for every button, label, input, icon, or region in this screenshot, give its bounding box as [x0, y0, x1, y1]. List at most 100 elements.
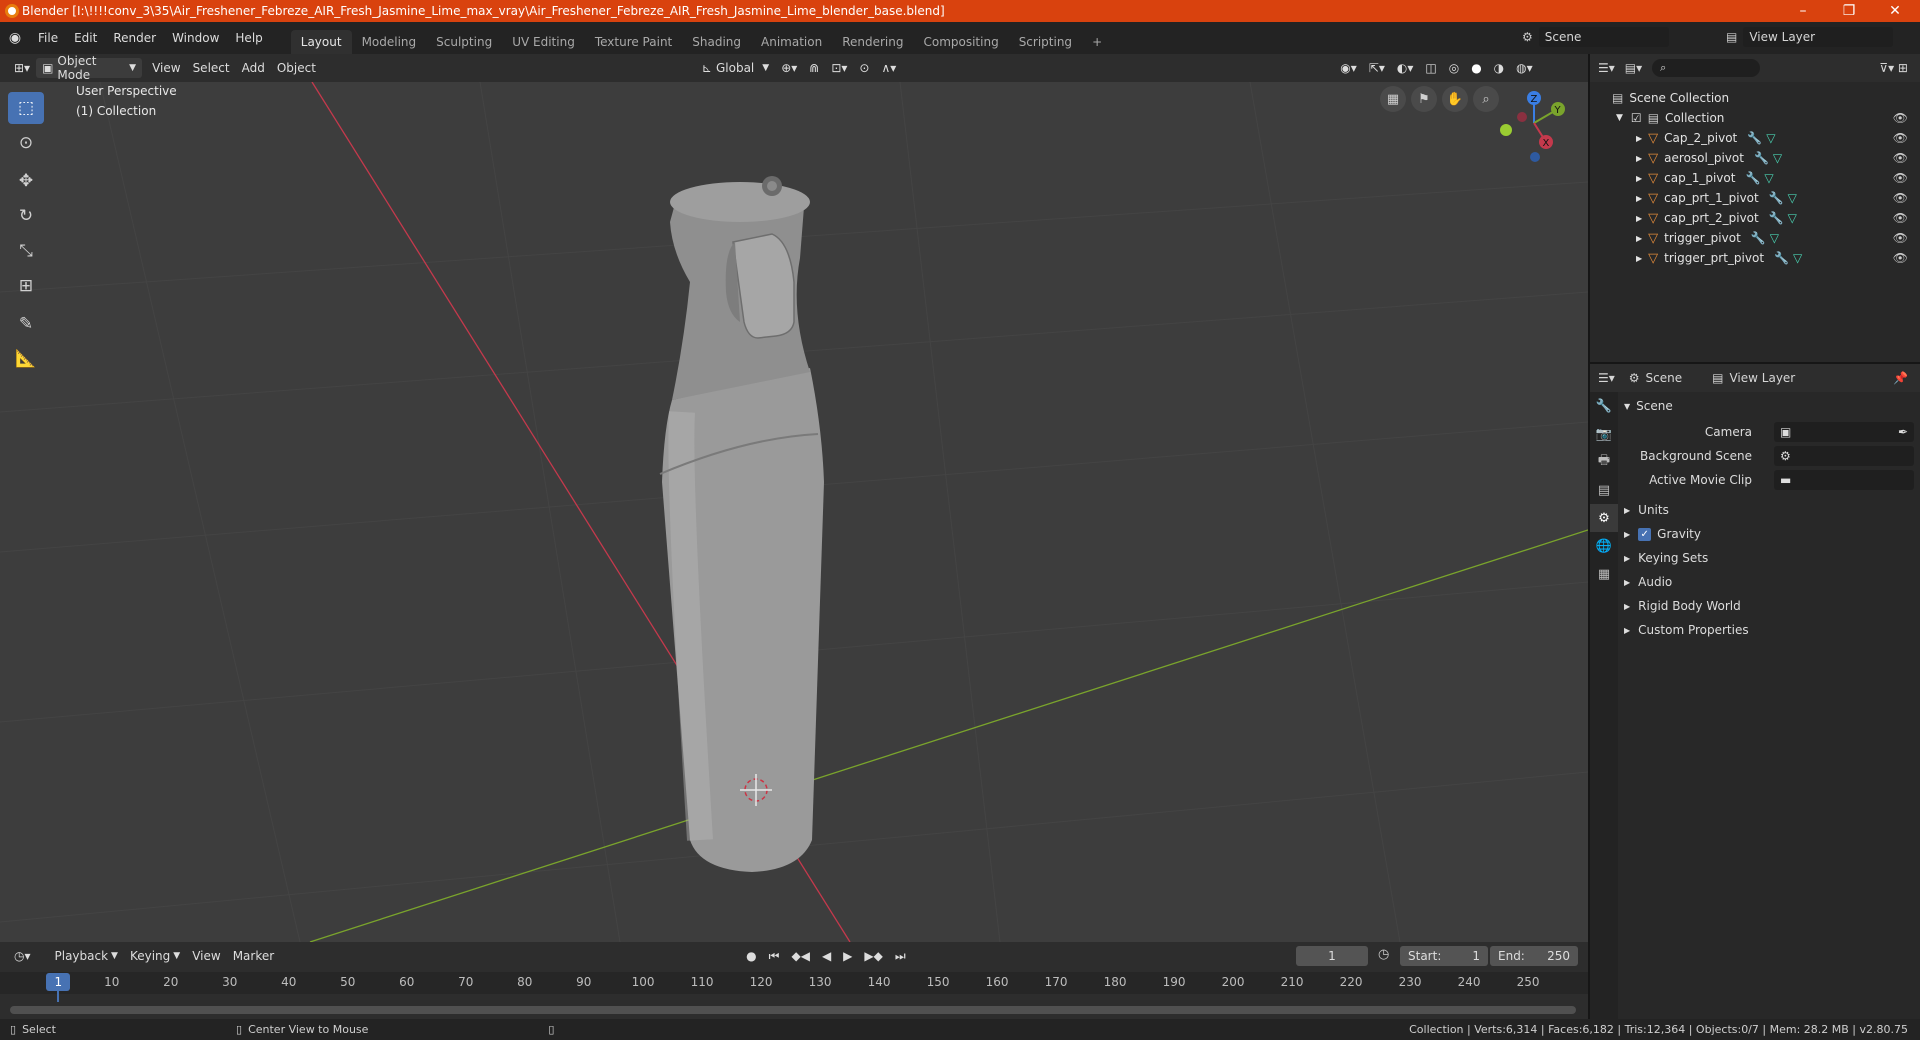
expand-arrow-icon[interactable]: ▼: [1624, 402, 1630, 411]
select-box-tool-icon[interactable]: ⬚: [8, 92, 44, 124]
tab-uv-editing[interactable]: UV Editing: [502, 30, 585, 54]
jump-end-button[interactable]: ⏭: [889, 946, 912, 966]
outliner-object-row[interactable]: ▶ ▽ Cap_2_pivot 🔧 ▽ 👁: [1590, 128, 1920, 148]
units-panel[interactable]: ▶ Units: [1624, 498, 1918, 522]
mesh-data-icon[interactable]: ▽: [1788, 191, 1797, 205]
expand-arrow-icon[interactable]: ▶: [1636, 234, 1642, 243]
add-workspace-button[interactable]: +: [1082, 30, 1112, 54]
pin-icon[interactable]: 📌: [1893, 371, 1908, 385]
tab-layout[interactable]: Layout: [290, 30, 352, 54]
display-mode-icon[interactable]: ▤▾: [1625, 61, 1642, 75]
eye-icon[interactable]: 👁: [1893, 191, 1908, 205]
gravity-panel[interactable]: ▶ ✓ Gravity: [1624, 522, 1918, 546]
tool-tab-icon[interactable]: 🔧: [1590, 392, 1618, 420]
mesh-data-icon[interactable]: ▽: [1770, 231, 1779, 245]
close-button[interactable]: ✕: [1872, 0, 1918, 22]
timeline-editor-type-icon[interactable]: ◷▾: [8, 946, 37, 966]
scene-collection-row[interactable]: ▤ Scene Collection: [1590, 88, 1920, 108]
editor-type-icon[interactable]: ⊞▾: [8, 58, 36, 78]
expand-arrow-icon[interactable]: ▶: [1636, 194, 1642, 203]
annotate-tool-icon[interactable]: ✎: [8, 308, 44, 340]
breadcrumb-scene[interactable]: Scene: [1646, 371, 1683, 385]
measure-tool-icon[interactable]: 📐: [8, 343, 44, 375]
expand-arrow-icon[interactable]: ▶: [1624, 506, 1630, 515]
modifier-wrench-icon[interactable]: 🔧: [1769, 191, 1784, 205]
view-layer-selector[interactable]: ▤ View Layer: [1726, 27, 1894, 47]
menu-file[interactable]: File: [30, 22, 66, 54]
world-tab-icon[interactable]: 🌐: [1590, 532, 1618, 560]
eye-icon[interactable]: 👁: [1893, 111, 1908, 125]
menu-render[interactable]: Render: [105, 22, 164, 54]
properties-editor-type-icon[interactable]: ☰▾: [1598, 371, 1615, 385]
object-menu[interactable]: Object: [271, 58, 322, 78]
minimize-button[interactable]: –: [1780, 0, 1826, 22]
expand-arrow-icon[interactable]: ▶: [1624, 578, 1630, 587]
xray-icon[interactable]: ◫: [1419, 58, 1442, 78]
mesh-data-icon[interactable]: ▽: [1766, 131, 1775, 145]
clock-icon[interactable]: ◷: [1378, 947, 1389, 962]
mesh-data-icon[interactable]: ▽: [1793, 251, 1802, 265]
tab-modeling[interactable]: Modeling: [352, 30, 427, 54]
scene-tab-icon[interactable]: ⚙: [1590, 504, 1618, 532]
3d-viewport[interactable]: User Perspective (1) Collection ⬚ ⊙ ✥ ↻ …: [0, 82, 1588, 942]
expand-arrow-icon[interactable]: ▶: [1636, 214, 1642, 223]
outliner-search-input[interactable]: ⌕: [1652, 59, 1761, 77]
cursor-tool-icon[interactable]: ⊙: [8, 127, 44, 159]
material-shading-icon[interactable]: ◑: [1488, 58, 1510, 78]
view-layer-tab-icon[interactable]: ▤: [1590, 476, 1618, 504]
pivot-point-icon[interactable]: ⊕▾: [775, 58, 803, 78]
scene-selector[interactable]: ⚙ Scene: [1522, 27, 1669, 47]
modifier-wrench-icon[interactable]: 🔧: [1754, 151, 1769, 165]
output-tab-icon[interactable]: 🖶: [1590, 448, 1618, 476]
menu-help[interactable]: Help: [227, 22, 270, 54]
timeline-ruler[interactable]: 1 10 20 30 40 50 60 70 80 90 100 110 120 130 140 150 160…: [0, 972, 1588, 1002]
solid-shading-icon[interactable]: ●: [1465, 58, 1487, 78]
modifier-wrench-icon[interactable]: 🔧: [1747, 131, 1762, 145]
scale-tool-icon[interactable]: ⤡: [8, 235, 44, 267]
select-menu[interactable]: Select: [187, 58, 236, 78]
outliner-object-row[interactable]: ▶ ▽ cap_prt_1_pivot 🔧 ▽ 👁: [1590, 188, 1920, 208]
timeline-scrollbar[interactable]: [10, 1006, 1576, 1014]
outliner-object-row[interactable]: ▶ ▽ cap_prt_2_pivot 🔧 ▽ 👁: [1590, 208, 1920, 228]
camera-field[interactable]: ▣ ✒: [1774, 422, 1914, 442]
scene-panel-header[interactable]: ▼ Scene: [1624, 394, 1918, 418]
audio-panel[interactable]: ▶ Audio: [1624, 570, 1918, 594]
overlays-icon[interactable]: ◐▾: [1391, 58, 1420, 78]
tab-compositing[interactable]: Compositing: [913, 30, 1008, 54]
eye-icon[interactable]: 👁: [1893, 131, 1908, 145]
expand-arrow-icon[interactable]: ▶: [1636, 254, 1642, 263]
texture-tab-icon[interactable]: ▦: [1590, 560, 1618, 588]
eyedropper-icon[interactable]: ✒: [1898, 422, 1908, 442]
proportional-edit-icon[interactable]: ⊙: [853, 58, 875, 78]
menu-window[interactable]: Window: [164, 22, 227, 54]
modifier-wrench-icon[interactable]: 🔧: [1769, 211, 1784, 225]
expand-arrow-icon[interactable]: ▶: [1624, 626, 1630, 635]
mode-selector[interactable]: ▣ Object Mode ▼: [36, 54, 143, 82]
falloff-icon[interactable]: ∧▾: [875, 58, 902, 78]
collection-checkbox[interactable]: ☑: [1631, 111, 1642, 125]
background-scene-field[interactable]: ⚙: [1774, 446, 1914, 466]
modifier-wrench-icon[interactable]: 🔧: [1751, 231, 1766, 245]
tab-shading[interactable]: Shading: [682, 30, 751, 54]
eye-icon[interactable]: 👁: [1893, 171, 1908, 185]
eye-icon[interactable]: 👁: [1893, 231, 1908, 245]
rigid-body-world-panel[interactable]: ▶ Rigid Body World: [1624, 594, 1918, 618]
outliner-editor-type-icon[interactable]: ☰▾: [1598, 61, 1615, 75]
outliner-object-row[interactable]: ▶ ▽ aerosol_pivot 🔧 ▽ 👁: [1590, 148, 1920, 168]
snap-target-icon[interactable]: ⊡▾: [825, 58, 853, 78]
outliner-object-row[interactable]: ▶ ▽ cap_1_pivot 🔧 ▽ 👁: [1590, 168, 1920, 188]
jump-keyframe-back-button[interactable]: ◆◀: [785, 946, 815, 966]
gravity-checkbox[interactable]: ✓: [1638, 527, 1652, 541]
scene-name-field[interactable]: Scene: [1538, 27, 1669, 47]
expand-arrow-icon[interactable]: ▶: [1636, 134, 1642, 143]
outliner-object-row[interactable]: ▶ ▽ trigger_prt_pivot 🔧 ▽ 👁: [1590, 248, 1920, 268]
jump-start-button[interactable]: ⏮: [763, 946, 786, 966]
keying-menu[interactable]: Keying ▼: [124, 946, 186, 966]
end-frame-field[interactable]: End: 250: [1490, 946, 1578, 966]
expand-arrow-icon[interactable]: ▶: [1624, 530, 1630, 539]
play-reverse-button[interactable]: ◀: [816, 946, 837, 966]
mesh-data-icon[interactable]: ▽: [1788, 211, 1797, 225]
navigation-gizmo[interactable]: Z Y X: [1494, 86, 1584, 166]
playback-menu[interactable]: Playback ▼: [49, 946, 124, 966]
mesh-data-icon[interactable]: ▽: [1764, 171, 1773, 185]
